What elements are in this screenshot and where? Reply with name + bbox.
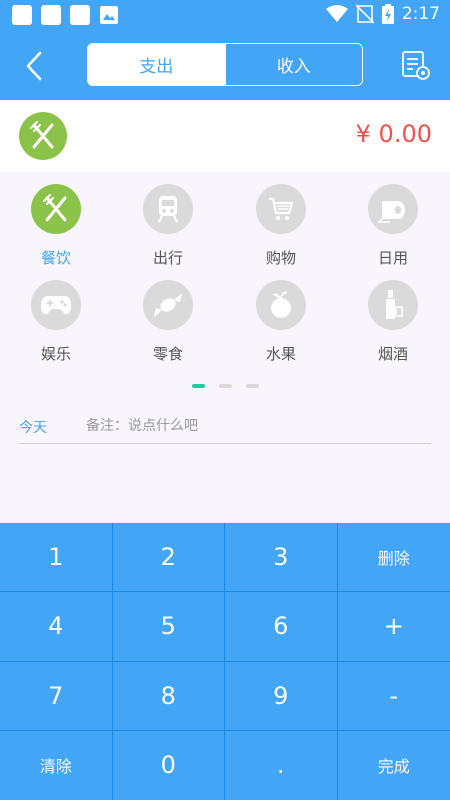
- key-0[interactable]: 0: [113, 730, 225, 800]
- decimal-button[interactable]: .: [225, 730, 338, 800]
- train-icon: [158, 196, 178, 223]
- category-label: 出行: [152, 249, 183, 267]
- status-bar: 2:17: [0, 0, 450, 31]
- category-label: 购物: [265, 249, 296, 267]
- delete-button[interactable]: 删除: [337, 523, 450, 593]
- category-label: 日用: [377, 249, 408, 267]
- done-button[interactable]: 完成: [338, 731, 450, 800]
- back-button[interactable]: [20, 49, 50, 83]
- tab-income[interactable]: 收入: [224, 44, 362, 85]
- category-label: 餐饮: [40, 249, 71, 267]
- key-9[interactable]: 9: [225, 661, 338, 731]
- category-label: 零食: [152, 345, 183, 363]
- pager-dot-active[interactable]: [192, 384, 205, 388]
- category-label: 烟酒: [377, 345, 408, 363]
- battery-charging-icon: [381, 4, 394, 24]
- keypad: 1 2 3 删除 4 5 6 + 7 8 9 - 清除 0 . 完成: [0, 523, 450, 800]
- category-label: 娱乐: [40, 345, 71, 363]
- cart-icon: [269, 197, 294, 220]
- notification-square-icon: [12, 5, 32, 25]
- system-icons: 2:17: [325, 4, 440, 24]
- list-settings-icon: [402, 51, 430, 80]
- minus-button[interactable]: -: [337, 662, 450, 731]
- plus-button[interactable]: +: [337, 592, 450, 662]
- tab-expense[interactable]: 支出: [88, 44, 225, 85]
- type-switch: 支出 收入: [87, 43, 363, 86]
- apple-icon: [271, 291, 291, 318]
- budget-button[interactable]: [400, 49, 432, 81]
- key-7[interactable]: 7: [0, 661, 113, 731]
- chevron-left-icon: [26, 51, 42, 81]
- clock: 2:17: [401, 4, 440, 24]
- clear-button[interactable]: 清除: [0, 730, 113, 800]
- category-pager: [192, 384, 259, 388]
- amount-display: ¥ 0.00: [355, 120, 432, 148]
- candy-icon: [154, 293, 182, 317]
- notification-square-icon: [70, 5, 90, 25]
- category-label: 水果: [265, 345, 296, 363]
- category-tobacco-alcohol[interactable]: 烟酒: [343, 280, 443, 372]
- no-sim-icon: [355, 4, 374, 24]
- amount-row: ¥ 0.00: [0, 100, 450, 172]
- memo-input[interactable]: [86, 413, 426, 439]
- category-daily[interactable]: 日用: [343, 184, 443, 276]
- image-icon: [100, 6, 118, 24]
- date-picker[interactable]: 今天: [19, 417, 47, 437]
- key-1[interactable]: 1: [0, 523, 113, 593]
- header: 支出 收入: [0, 31, 450, 100]
- key-2[interactable]: 2: [112, 523, 225, 593]
- selected-category-icon: [19, 112, 67, 160]
- key-5[interactable]: 5: [112, 592, 225, 662]
- key-6[interactable]: 6: [225, 592, 338, 662]
- category-fruit[interactable]: 水果: [231, 280, 331, 372]
- category-shopping[interactable]: 购物: [231, 184, 331, 276]
- fork-knife-icon: [30, 121, 54, 149]
- notification-square-icon: [41, 5, 61, 25]
- wifi-icon: [325, 5, 348, 22]
- category-entertainment[interactable]: 娱乐: [6, 280, 106, 372]
- notification-icons: [12, 5, 119, 25]
- pager-dot[interactable]: [246, 384, 259, 388]
- category-transport[interactable]: 出行: [118, 184, 218, 276]
- key-8[interactable]: 8: [112, 661, 225, 731]
- category-dining[interactable]: 餐饮: [6, 184, 106, 276]
- key-3[interactable]: 3: [225, 523, 338, 593]
- memo-row: 今天: [19, 408, 431, 444]
- bottle-icon: [386, 290, 403, 319]
- gamepad-icon: [41, 296, 71, 315]
- fork-knife-icon: [43, 194, 67, 222]
- tissue-roll-icon: [378, 201, 405, 223]
- key-4[interactable]: 4: [0, 592, 113, 662]
- category-snacks[interactable]: 零食: [118, 280, 218, 372]
- pager-dot[interactable]: [219, 384, 232, 388]
